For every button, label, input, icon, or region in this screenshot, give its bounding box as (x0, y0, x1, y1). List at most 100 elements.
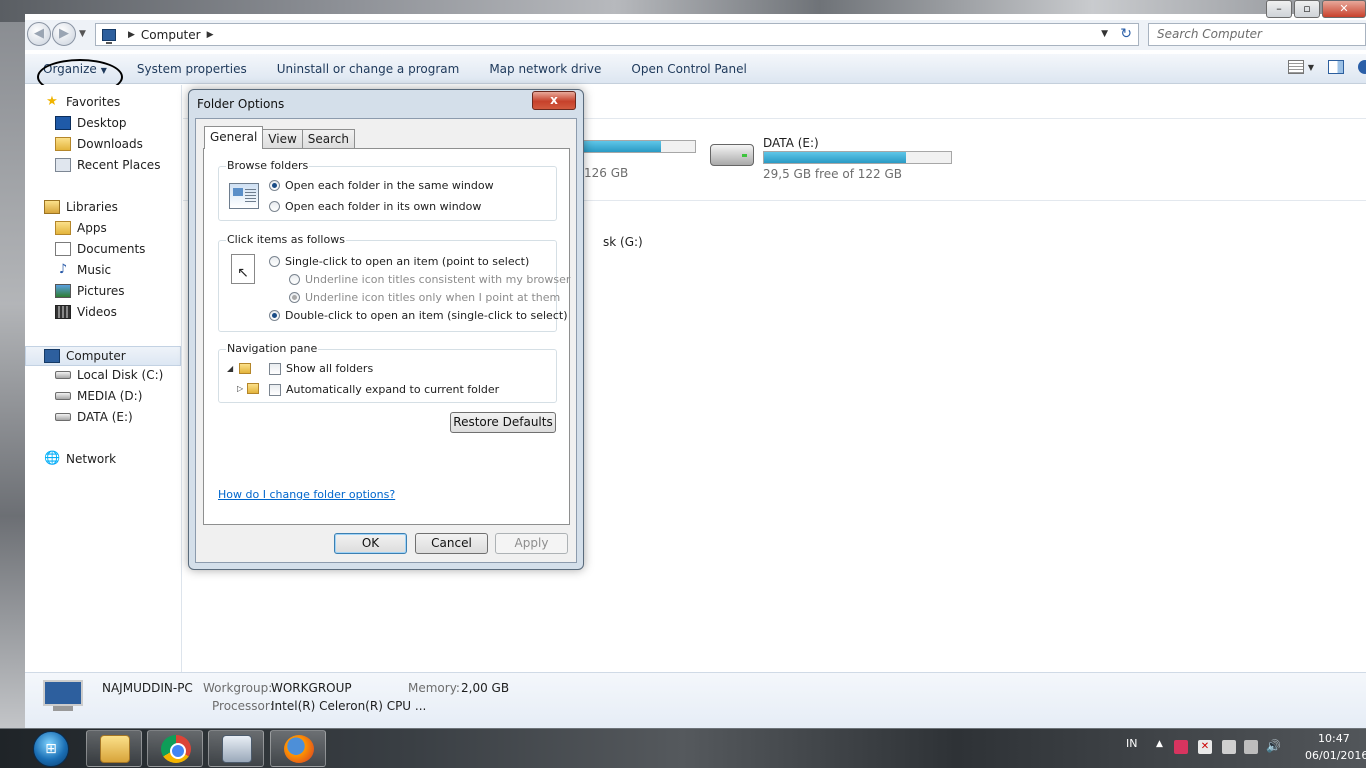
star-icon: ★ (46, 94, 58, 109)
uninstall-program-button[interactable]: Uninstall or change a program (262, 62, 475, 76)
clock-time[interactable]: 10:47 (1318, 732, 1350, 745)
help-link[interactable]: How do I change folder options? (218, 488, 395, 501)
command-bar: Organize ▼ System properties Uninstall or… (25, 54, 1366, 95)
cancel-button[interactable]: Cancel (415, 533, 488, 554)
close-window-button[interactable]: ✕ (1322, 0, 1366, 18)
nav-favorites[interactable]: ★ Favorites (44, 94, 120, 110)
taskbar: ⊞ IN ▲ ✕ 🔊 10:47 06/01/2016 (0, 728, 1366, 768)
breadcrumb-arrow-icon[interactable]: ▶ (207, 30, 214, 40)
open-control-panel-button[interactable]: Open Control Panel (616, 62, 761, 76)
nav-music[interactable]: ♪ Music (55, 262, 111, 278)
taskbar-chrome-button[interactable] (147, 730, 203, 767)
nav-libraries[interactable]: Libraries (44, 200, 118, 214)
music-note-icon: ♪ (58, 262, 68, 277)
recent-pages-dropdown-icon[interactable]: ▼ (79, 29, 86, 39)
nav-data-e[interactable]: DATA (E:) (55, 410, 133, 424)
show-all-folders-checkbox[interactable] (269, 362, 281, 375)
nav-apps[interactable]: Apps (55, 221, 107, 235)
nav-desktop[interactable]: Desktop (55, 116, 127, 130)
own-window-option[interactable]: Open each folder in its own window (269, 200, 481, 213)
view-dropdown-icon[interactable]: ▼ (1308, 63, 1314, 72)
language-indicator[interactable]: IN (1126, 737, 1137, 750)
nav-media-d[interactable]: MEDIA (D:) (55, 389, 142, 403)
minimize-button[interactable]: – (1266, 0, 1292, 18)
show-all-folders-option[interactable]: Show all folders (269, 362, 373, 375)
tab-view[interactable]: View (262, 129, 303, 149)
nav-pictures[interactable]: Pictures (55, 284, 125, 298)
taskbar-firefox-button[interactable] (270, 730, 326, 767)
nav-recent-places[interactable]: Recent Places (55, 158, 160, 172)
double-click-label: Double-click to open an item (single-cli… (285, 309, 568, 322)
folder-icon (239, 363, 251, 374)
taskbar-system-button[interactable] (208, 730, 264, 767)
nav-videos[interactable]: Videos (55, 305, 117, 319)
nav-libraries-label: Libraries (66, 200, 118, 214)
pictures-icon (55, 284, 71, 298)
firefox-icon (284, 735, 314, 763)
tree-expanded-arrow-icon: ◢ (227, 364, 234, 373)
nav-computer[interactable]: Computer (25, 346, 181, 366)
maximize-button[interactable]: ▫ (1294, 0, 1320, 18)
same-window-label: Open each folder in the same window (285, 179, 494, 192)
dialog-close-button[interactable]: x (532, 91, 576, 110)
window-controls: – ▫ ✕ (1266, 0, 1366, 18)
partial-drive-usage-fill (583, 141, 662, 152)
drive-data-e[interactable]: DATA (E:) 29,5 GB free of 122 GB (710, 136, 960, 186)
drive-data-e-name: DATA (E:) (763, 136, 819, 150)
clock-date[interactable]: 06/01/2016 (1305, 749, 1366, 762)
drive-data-e-usage-fill (764, 152, 907, 163)
same-window-option[interactable]: Open each folder in the same window (269, 179, 494, 192)
general-tab-panel: Browse folders Open each folder in the s… (203, 148, 570, 525)
start-button[interactable]: ⊞ (33, 731, 69, 767)
double-click-radio[interactable] (269, 310, 280, 321)
volume-icon[interactable]: 🔊 (1266, 739, 1281, 753)
app-tray-icon[interactable] (1174, 740, 1188, 754)
network-tray-icon[interactable] (1244, 740, 1258, 754)
organize-button[interactable]: Organize ▼ (25, 58, 123, 95)
ok-button[interactable]: OK (334, 533, 407, 554)
forward-button[interactable]: ▶ (52, 22, 76, 46)
same-window-radio[interactable] (269, 180, 280, 191)
underline-browser-radio (289, 274, 300, 285)
restore-defaults-button[interactable]: Restore Defaults (450, 412, 556, 433)
show-hidden-icons-icon[interactable]: ▲ (1156, 739, 1163, 749)
preview-pane-icon[interactable] (1328, 60, 1344, 74)
nav-network[interactable]: 🌐 Network (44, 451, 116, 467)
dialog-tabs: General View Search (204, 126, 356, 149)
single-click-radio[interactable] (269, 256, 280, 267)
help-icon[interactable] (1358, 60, 1366, 74)
system-properties-button[interactable]: System properties (122, 62, 262, 76)
own-window-radio[interactable] (269, 201, 280, 212)
breadcrumb-computer[interactable]: Computer (141, 28, 201, 42)
refresh-icon[interactable]: ↻ (1120, 26, 1132, 42)
double-click-option[interactable]: Double-click to open an item (single-cli… (269, 309, 567, 322)
nav-downloads[interactable]: Downloads (55, 137, 143, 151)
click-items-title: Click items as follows (226, 233, 346, 246)
auto-expand-checkbox[interactable] (269, 383, 281, 396)
address-field[interactable]: ▶ Computer ▶ ▼ ↻ (95, 23, 1139, 46)
address-dropdown-icon[interactable]: ▼ (1101, 29, 1108, 39)
back-button[interactable]: ◀ (27, 22, 51, 46)
change-view-icon[interactable] (1287, 60, 1304, 74)
taskbar-explorer-button[interactable] (86, 730, 142, 767)
auto-expand-option[interactable]: Automatically expand to current folder (269, 383, 499, 396)
auto-expand-label: Automatically expand to current folder (286, 383, 500, 396)
nav-documents[interactable]: Documents (55, 242, 145, 256)
nav-computer-label: Computer (66, 349, 126, 363)
browse-folders-title: Browse folders (226, 159, 310, 172)
battery-icon[interactable] (1222, 740, 1236, 754)
show-all-folders-label: Show all folders (286, 362, 374, 375)
tab-general[interactable]: General (204, 126, 264, 149)
action-center-flag-icon[interactable]: ✕ (1198, 740, 1212, 754)
search-input[interactable]: Search Computer (1148, 23, 1366, 46)
map-network-drive-button[interactable]: Map network drive (474, 62, 616, 76)
breadcrumb-arrow-icon[interactable]: ▶ (128, 30, 135, 40)
single-click-option[interactable]: Single-click to open an item (point to s… (269, 255, 529, 268)
hard-drive-icon (710, 144, 754, 166)
partial-drive-g-label[interactable]: sk (G:) (603, 235, 643, 249)
network-globe-icon: 🌐 (44, 451, 61, 466)
navigation-pane-title: Navigation pane (226, 342, 319, 355)
apply-button: Apply (495, 533, 568, 554)
nav-local-disk-c[interactable]: Local Disk (C:) (55, 368, 163, 382)
tab-search[interactable]: Search (301, 129, 356, 149)
